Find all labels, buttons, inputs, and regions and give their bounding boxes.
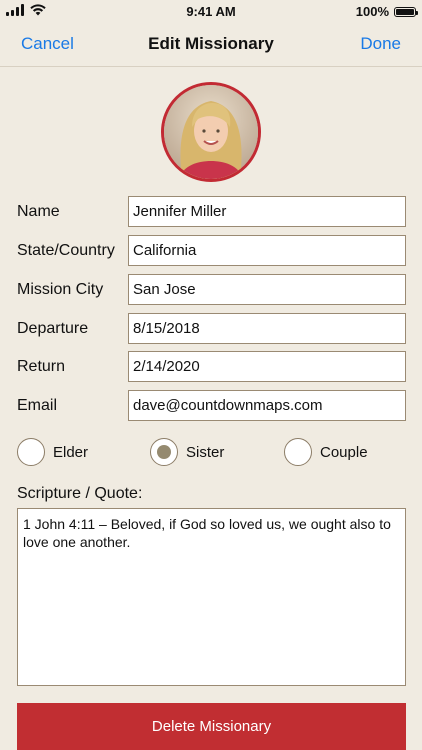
state-country-field[interactable] [128,235,406,266]
form-row-departure: Departure [17,313,406,344]
avatar[interactable] [161,82,261,182]
name-field[interactable] [128,196,406,227]
email-field[interactable] [128,390,406,421]
state-country-label: State/Country [17,242,115,259]
navigation-bar: Cancel Edit Missionary Done [0,22,422,67]
radio-couple[interactable]: Couple [284,436,368,468]
mission-city-field[interactable] [128,274,406,305]
form-row-state-country: State/Country [17,235,406,266]
delete-missionary-button[interactable]: Delete Missionary [17,703,406,750]
radio-sister-label: Sister [186,443,225,461]
page-title: Edit Missionary [148,34,274,53]
email-label: Email [17,397,58,414]
quote-label: Scripture / Quote: [17,485,143,502]
avatar-photo [164,85,258,179]
mission-city-label: Mission City [17,281,104,298]
radio-elder-label: Elder [53,443,89,461]
form-row-name: Name [17,196,406,227]
form-row-mission-city: Mission City [17,274,406,305]
radio-sister[interactable]: Sister [150,436,224,468]
form-row-email: Email [17,390,406,421]
battery-icon [394,6,418,17]
name-label: Name [17,203,60,220]
return-label: Return [17,358,66,375]
radio-elder[interactable]: Elder [17,436,88,468]
radio-couple-circle[interactable] [284,438,312,466]
radio-couple-label: Couple [320,443,368,461]
quote-textarea[interactable]: 1 John 4:11 – Beloved, if God so loved u… [17,508,406,686]
done-button[interactable]: Done [360,34,401,54]
radio-sister-circle[interactable] [150,438,178,466]
radio-elder-circle[interactable] [17,438,45,466]
battery-fill [396,8,414,15]
departure-field[interactable] [128,313,406,344]
return-field[interactable] [128,351,406,382]
status-right: 100% [355,4,418,19]
form-row-return: Return [17,351,406,382]
status-bar: 9:41 AM 100% [0,0,422,22]
battery-percent: 100% [355,4,389,19]
departure-label: Departure [17,320,89,337]
